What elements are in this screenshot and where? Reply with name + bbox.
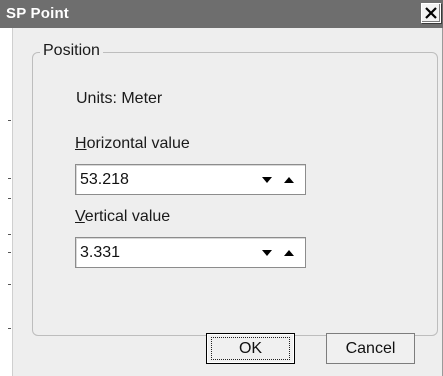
dialog-body: Position Units: Meter Horizontal value 5… [13,28,443,376]
vertical-value-input[interactable]: 3.331 [80,244,120,262]
units-label: Units: Meter [76,90,163,107]
horizontal-value-input[interactable]: 53.218 [80,171,129,189]
spin-down-icon[interactable] [261,176,273,184]
sp-point-dialog: SP Point Position Units: Meter Horizonta… [0,0,443,376]
groupbox-legend: Position [40,42,103,60]
vertical-mnemonic: V [75,208,85,225]
spin-up-icon[interactable] [283,249,295,257]
spin-up-icon[interactable] [283,176,295,184]
vertical-value-label: Vertical value [75,208,170,226]
horizontal-label-rest: orizontal value [86,135,190,152]
vertical-value-spinbox[interactable]: 3.331 [75,237,306,268]
title-bar[interactable]: SP Point [0,0,443,28]
vertical-label-rest: ertical value [84,208,171,225]
ok-button-label: OK [211,337,290,360]
horizontal-value-spinbox[interactable]: 53.218 [75,164,306,195]
window-title: SP Point [6,5,69,22]
cancel-button[interactable]: Cancel [326,333,415,364]
spin-down-icon[interactable] [261,249,273,257]
ok-button[interactable]: OK [206,333,295,364]
horizontal-value-label: Horizontal value [75,135,190,153]
background-window-edge [0,28,13,376]
close-icon [425,7,437,19]
horizontal-mnemonic: H [75,135,87,152]
close-button[interactable] [421,3,441,23]
